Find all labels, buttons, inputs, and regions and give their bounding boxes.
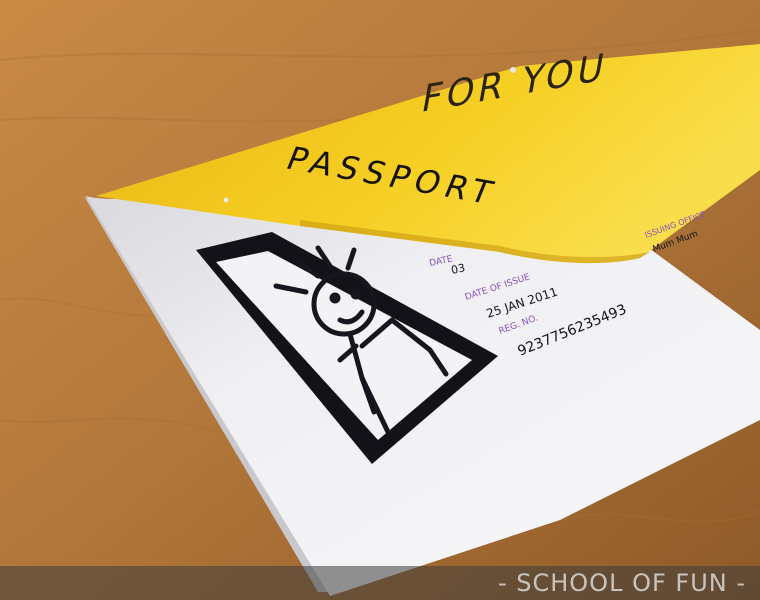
watermark-bar: - SCHOOL OF FUN -	[0, 566, 760, 600]
cover-staple	[223, 197, 229, 203]
watermark-text: - SCHOOL OF FUN -	[497, 569, 746, 597]
photo-scene: FOR YOU PASSPORT DATE 03 DATE OF ISSUE 2…	[0, 0, 760, 600]
